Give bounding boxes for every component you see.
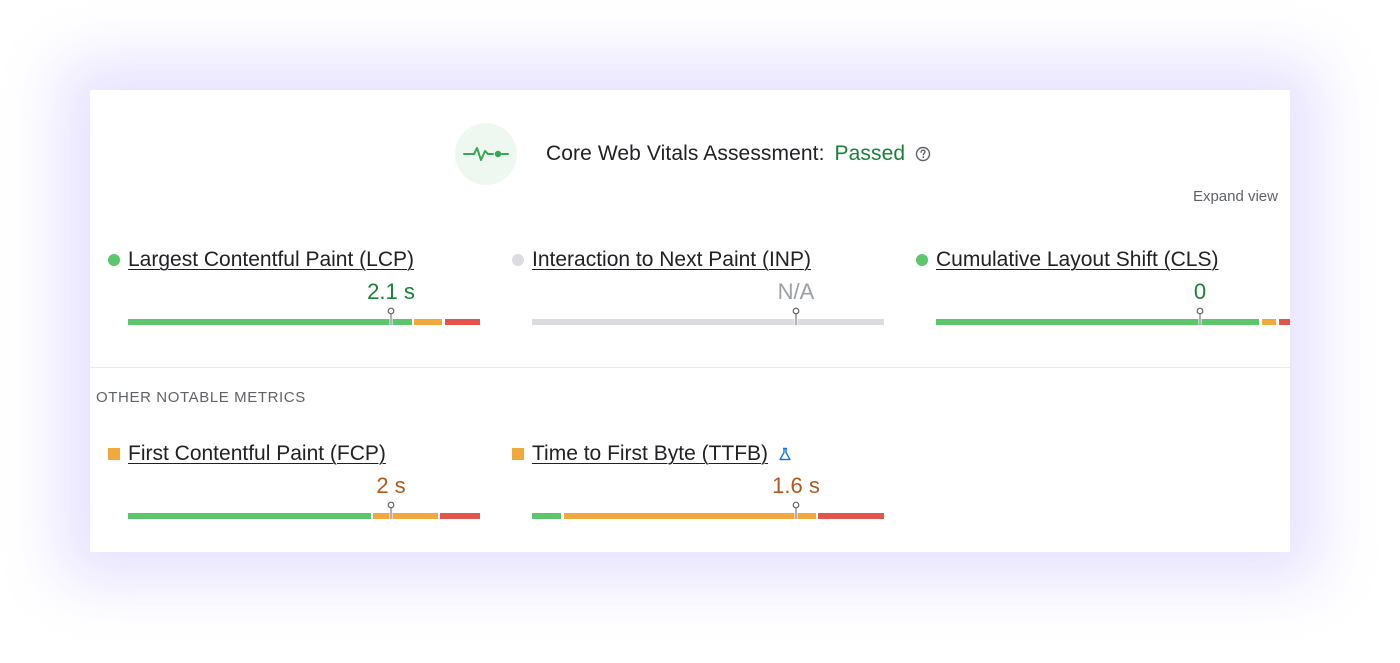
bar-poor-segment	[440, 513, 480, 519]
core-web-vitals-card: Core Web Vitals Assessment: Passed Expan…	[90, 90, 1290, 552]
metric-inp-value: N/A	[777, 279, 815, 304]
na-status-dot	[512, 254, 524, 266]
bar-good-segment	[936, 319, 1259, 325]
metric-ttfb-distribution-bar	[532, 513, 884, 519]
lab-flask-icon[interactable]	[778, 447, 792, 461]
metric-inp-distribution-bar	[532, 319, 884, 325]
bar-needs-improvement-segment	[564, 513, 816, 519]
metric-fcp-label[interactable]: First Contentful Paint (FCP)	[128, 442, 386, 466]
percentile-marker-icon	[387, 501, 395, 519]
metric-ttfb-value: 1.6 s	[772, 473, 820, 498]
bar-good-segment	[128, 319, 412, 325]
metric-cls-value: 0	[1193, 279, 1207, 304]
metric-fcp-value: 2 s	[376, 473, 406, 498]
assessment-title-text: Core Web Vitals Assessment:	[546, 142, 825, 165]
good-status-dot	[108, 254, 120, 266]
expand-view-link[interactable]: Expand view	[1193, 188, 1278, 205]
bar-poor-segment	[818, 513, 884, 519]
metric-ttfb-label[interactable]: Time to First Byte (TTFB)	[532, 442, 768, 466]
metric-lcp-distribution-bar	[128, 319, 480, 325]
bar-needs-improvement-segment	[414, 319, 442, 325]
assessment-status: Passed	[834, 142, 906, 165]
section-divider	[90, 367, 1290, 368]
percentile-marker-icon	[1196, 307, 1204, 325]
bar-good-segment	[532, 513, 561, 519]
percentile-marker-icon	[792, 307, 800, 325]
metric-lcp-label[interactable]: Largest Contentful Paint (LCP)	[128, 248, 414, 272]
bar-poor-segment	[445, 319, 480, 325]
vital-pulse-icon	[455, 123, 517, 185]
percentile-marker-icon	[387, 307, 395, 325]
needs-improvement-status-square	[512, 448, 524, 460]
other-metrics-heading: OTHER NOTABLE METRICS	[96, 389, 306, 406]
bar-na-segment	[532, 319, 884, 325]
percentile-marker-icon	[792, 501, 800, 519]
metric-cls-distribution-bar	[936, 319, 1290, 325]
bar-needs-improvement-segment	[373, 513, 438, 519]
metric-lcp-value: 2.1 s	[367, 279, 415, 304]
bar-poor-segment	[1279, 319, 1290, 325]
bar-needs-improvement-segment	[1262, 319, 1276, 325]
bar-good-segment	[128, 513, 371, 519]
metric-cls-label[interactable]: Cumulative Layout Shift (CLS)	[936, 248, 1218, 272]
metric-inp-label[interactable]: Interaction to Next Paint (INP)	[532, 248, 811, 272]
needs-improvement-status-square	[108, 448, 120, 460]
metric-lcp: Largest Contentful Paint (LCP) 2.1 s	[108, 247, 488, 325]
metric-ttfb: Time to First Byte (TTFB) 1.6 s	[512, 441, 892, 519]
help-circle-icon[interactable]	[915, 146, 931, 162]
assessment-title: Core Web Vitals Assessment: Passed	[546, 142, 905, 166]
metric-cls: Cumulative Layout Shift (CLS) 0	[916, 247, 1290, 325]
metric-fcp: First Contentful Paint (FCP) 2 s	[108, 441, 488, 519]
metric-inp: Interaction to Next Paint (INP) N/A	[512, 247, 892, 325]
assessment-header: Core Web Vitals Assessment: Passed	[455, 123, 931, 185]
good-status-dot	[916, 254, 928, 266]
metric-fcp-distribution-bar	[128, 513, 480, 519]
